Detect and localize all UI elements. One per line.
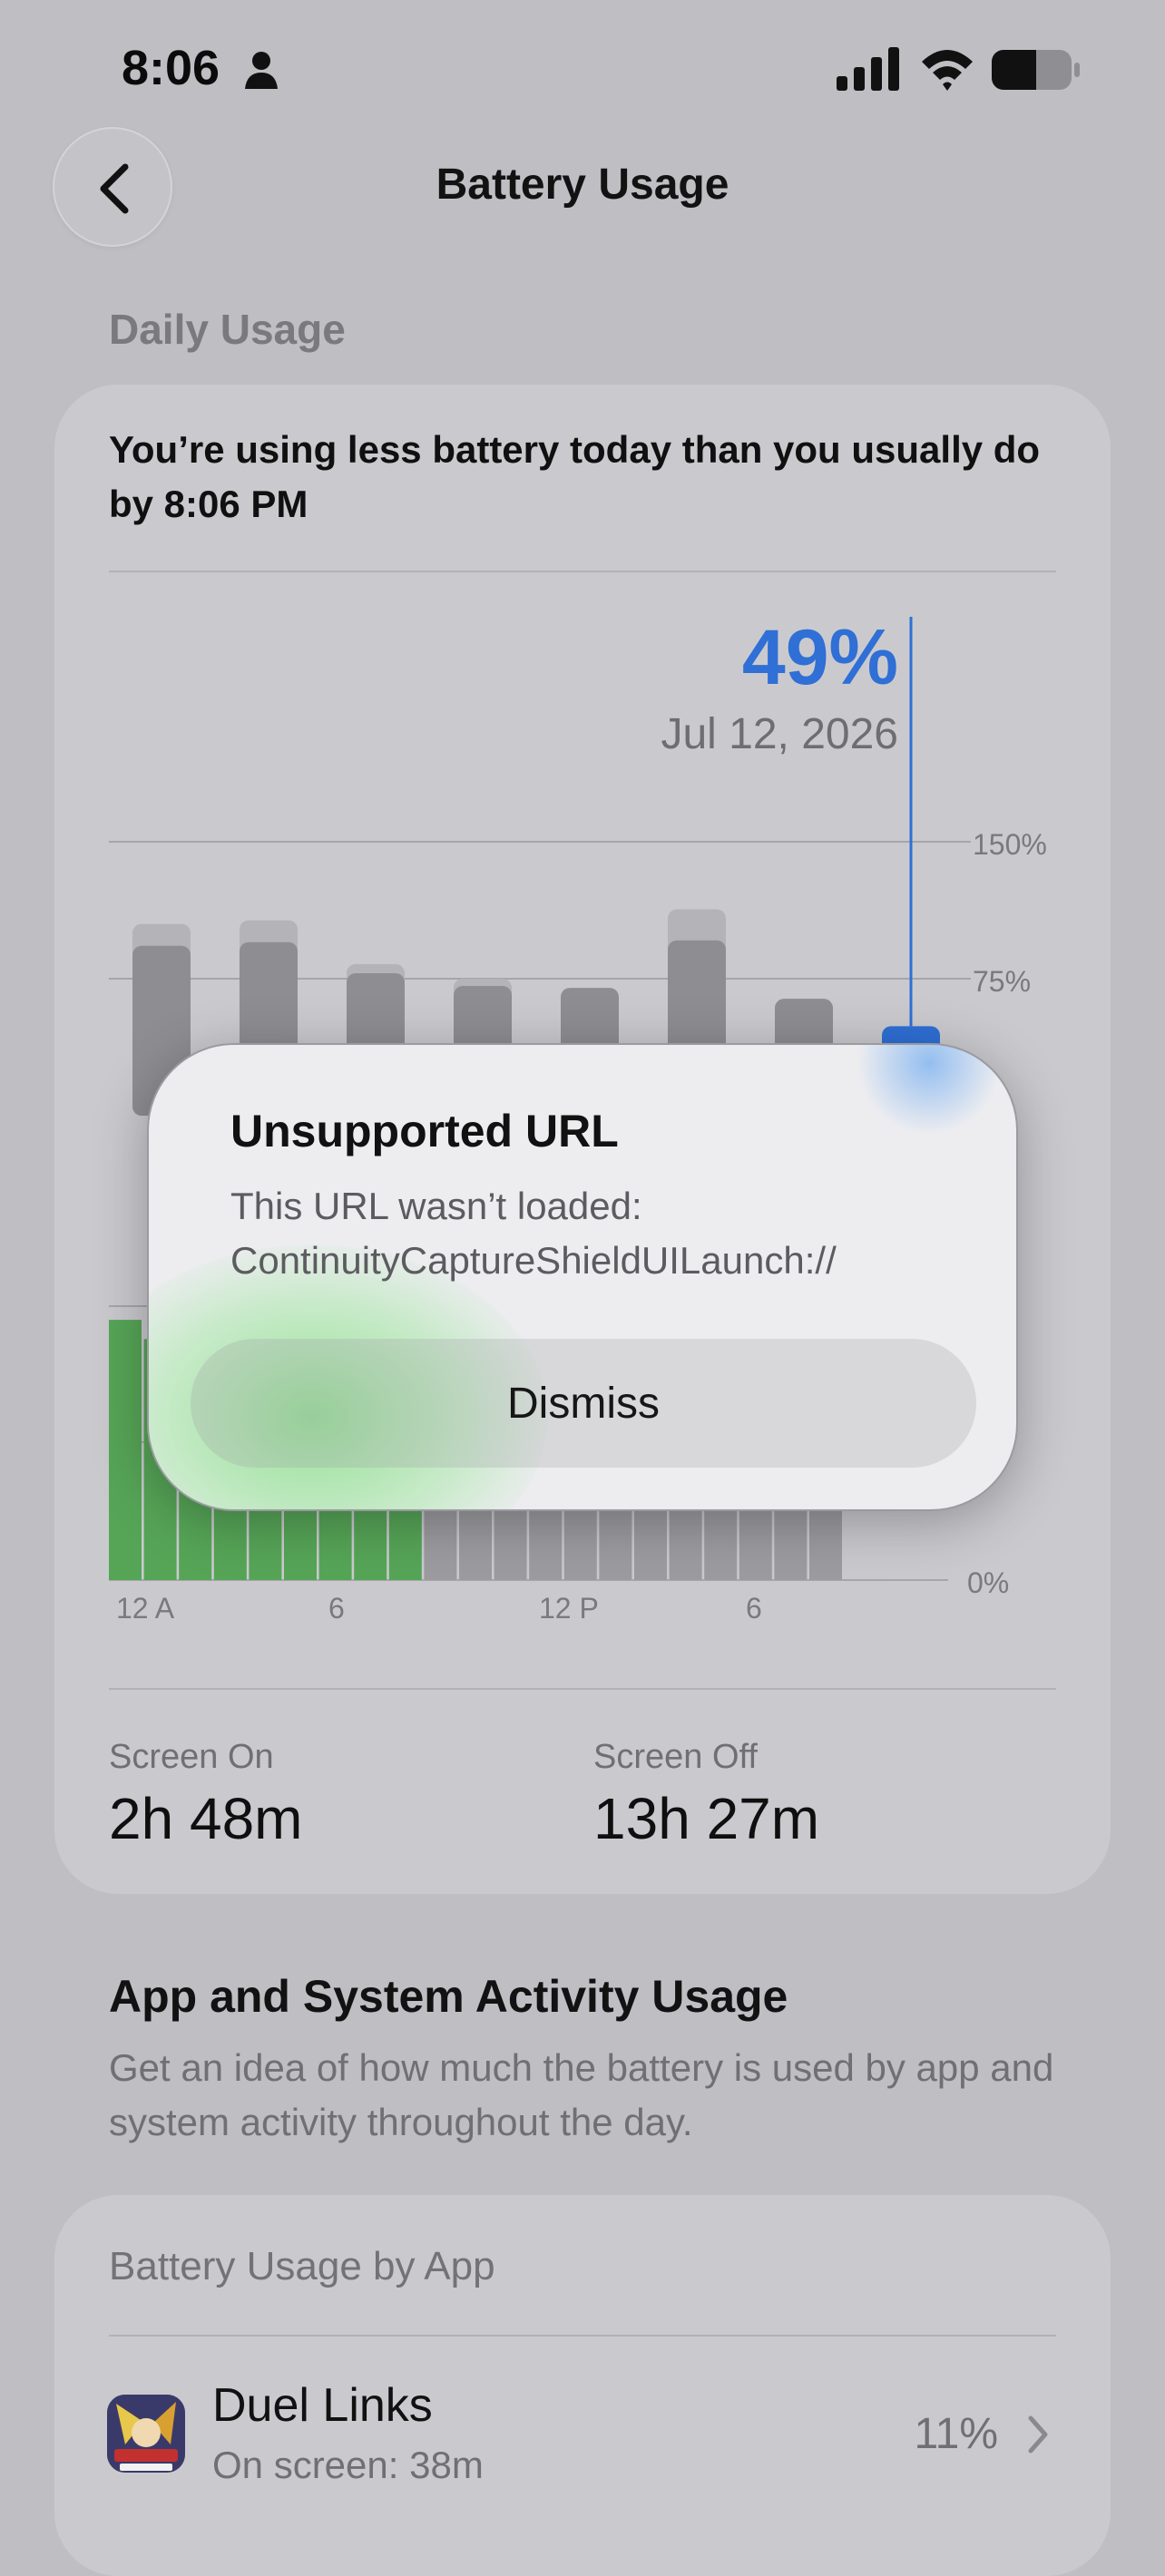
activity-section-title: App and System Activity Usage (109, 1971, 788, 2022)
alert-message-line: This URL wasn’t loaded: (230, 1185, 642, 1227)
alert-title: Unsupported URL (230, 1106, 619, 1156)
app-name: Duel Links (212, 2379, 433, 2432)
usage-insight: You’re using less battery today than you… (109, 428, 1041, 525)
status-time: 8:06 (122, 41, 220, 95)
daily-usage-header: Daily Usage (109, 306, 346, 353)
daily-battery-chart[interactable]: 150% 75% (109, 608, 1107, 1116)
app-screen-time: On screen: 38m (212, 2444, 484, 2486)
x-tick-label: 12 P (539, 1592, 599, 1625)
x-tick-label: 6 (328, 1592, 345, 1625)
activity-section-description: Get an idea of how much the battery is u… (109, 2046, 1054, 2143)
x-tick-label: 12 A (116, 1592, 175, 1625)
page-title: Battery Usage (436, 161, 729, 209)
alert-message: This URL wasn’t loaded: ContinuityCaptur… (230, 1179, 974, 1288)
battery-icon (992, 50, 1080, 90)
y-tick-label: 75% (973, 965, 1031, 998)
y-tick-label: 150% (973, 828, 1047, 861)
screen-off-label: Screen Off (593, 1738, 758, 1776)
app-battery-percent: 11% (914, 2410, 998, 2458)
screen-on-value: 2h 48m (109, 1786, 303, 1851)
battery-by-app-title: Battery Usage by App (109, 2244, 495, 2288)
chevron-right-icon (1028, 2415, 1048, 2454)
y-tick-label: 0% (967, 1566, 1009, 1599)
screen-off-value: 13h 27m (593, 1786, 820, 1851)
divider (109, 2335, 1056, 2337)
highlight-glow (857, 1045, 1002, 1136)
unsupported-url-alert: Unsupported URL This URL wasn’t loaded: … (147, 1043, 1018, 1511)
divider (109, 571, 1056, 572)
person-icon (245, 52, 278, 89)
wifi-icon (922, 50, 973, 91)
divider (109, 1688, 1056, 1690)
x-tick-label: 6 (746, 1592, 762, 1625)
alert-url: ContinuityCaptureShieldUILaunch:// (230, 1239, 837, 1282)
dismiss-button[interactable]: Dismiss (191, 1339, 976, 1468)
screen-on-label: Screen On (109, 1738, 274, 1776)
duel-links-app-icon (107, 2395, 185, 2473)
dismiss-button-label: Dismiss (507, 1379, 660, 1428)
cellular-signal-icon (837, 47, 899, 91)
activity-bar-active (109, 1320, 142, 1580)
